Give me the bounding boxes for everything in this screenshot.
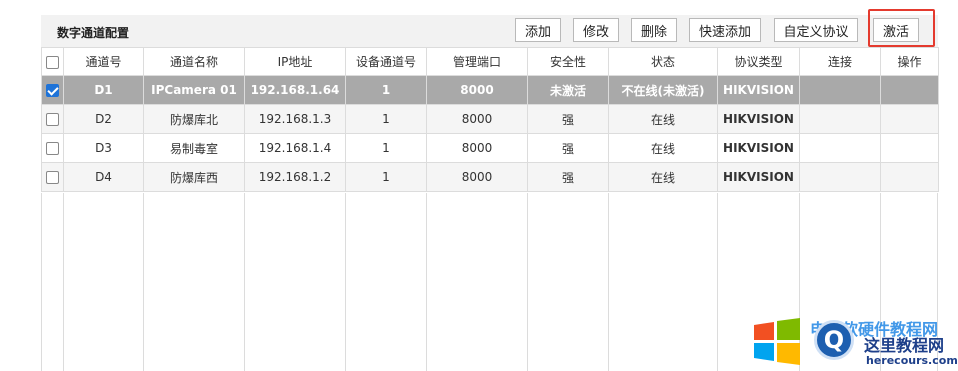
cell-channel: D4 <box>63 162 144 192</box>
row-checkbox[interactable] <box>46 142 59 155</box>
column-divider <box>717 193 718 371</box>
cell-security: 强 <box>527 104 609 134</box>
cell-security: 强 <box>527 133 609 163</box>
col-header-security: 安全性 <box>527 47 609 76</box>
cell-connection <box>799 162 881 192</box>
row-checkbox-cell[interactable] <box>41 133 64 163</box>
cell-port: 8000 <box>426 104 528 134</box>
cell-security: 强 <box>527 162 609 192</box>
select-all-cell[interactable] <box>41 47 64 76</box>
col-header-port: 管理端口 <box>426 47 528 76</box>
cell-name: IPCamera 01 <box>143 75 245 105</box>
cell-name: 易制毒室 <box>143 133 245 163</box>
cell-connection <box>799 133 881 163</box>
col-header-status: 状态 <box>608 47 718 76</box>
col-header-operation: 操作 <box>880 47 939 76</box>
edit-button[interactable]: 修改 <box>573 18 619 42</box>
cell-dev-channel: 1 <box>345 162 427 192</box>
col-header-channel: 通道号 <box>63 47 144 76</box>
watermark-site-name: 这里教程网 <box>864 336 945 355</box>
cell-connection <box>799 104 881 134</box>
quick-add-button[interactable]: 快速添加 <box>689 18 761 42</box>
cell-protocol: HIKVISION <box>717 133 800 163</box>
cell-security: 未激活 <box>527 75 609 105</box>
col-header-dev-channel: 设备通道号 <box>345 47 427 76</box>
windows-logo-icon <box>754 318 800 365</box>
cell-dev-channel: 1 <box>345 133 427 163</box>
column-divider <box>244 193 245 371</box>
custom-protocol-button[interactable]: 自定义协议 <box>774 18 858 42</box>
column-divider <box>345 193 346 371</box>
cell-operation <box>880 162 939 192</box>
cell-operation <box>880 104 939 134</box>
delete-button[interactable]: 删除 <box>631 18 677 42</box>
row-checkbox[interactable] <box>46 113 59 126</box>
table-header-row: 通道号 通道名称 IP地址 设备通道号 管理端口 安全性 状态 协议类型 连接 … <box>41 47 939 76</box>
watermark-site-url: herecours.com <box>866 354 958 367</box>
row-checkbox[interactable] <box>46 84 59 97</box>
col-header-name: 通道名称 <box>143 47 245 76</box>
col-header-connection: 连接 <box>799 47 881 76</box>
cell-connection <box>799 75 881 105</box>
cell-port: 8000 <box>426 75 528 105</box>
cell-ip: 192.168.1.4 <box>244 133 346 163</box>
activate-highlight-box <box>868 9 935 47</box>
cell-status: 在线 <box>608 133 718 163</box>
cell-name: 防爆库北 <box>143 104 245 134</box>
select-all-checkbox[interactable] <box>46 55 59 69</box>
table-row[interactable]: D3 易制毒室 192.168.1.4 1 8000 强 在线 HIKVISIO… <box>41 133 939 163</box>
column-divider <box>527 193 528 371</box>
cell-operation <box>880 133 939 163</box>
cell-protocol: HIKVISION <box>717 75 800 105</box>
cell-name: 防爆库西 <box>143 162 245 192</box>
cell-operation <box>880 75 939 105</box>
table-row[interactable]: D2 防爆库北 192.168.1.3 1 8000 强 在线 HIKVISIO… <box>41 104 939 134</box>
panel-title: 数字通道配置 <box>57 26 130 40</box>
row-checkbox-cell[interactable] <box>41 75 64 105</box>
row-checkbox-cell[interactable] <box>41 104 64 134</box>
cell-status: 在线 <box>608 104 718 134</box>
column-divider <box>608 193 609 371</box>
table-row[interactable]: D1 IPCamera 01 192.168.1.64 1 8000 未激活 不… <box>41 75 939 105</box>
cell-protocol: HIKVISION <box>717 162 800 192</box>
cell-dev-channel: 1 <box>345 75 427 105</box>
cell-protocol: HIKVISION <box>717 104 800 134</box>
cell-port: 8000 <box>426 162 528 192</box>
cell-ip: 192.168.1.2 <box>244 162 346 192</box>
cell-status: 在线 <box>608 162 718 192</box>
cell-dev-channel: 1 <box>345 104 427 134</box>
row-checkbox-cell[interactable] <box>41 162 64 192</box>
column-divider <box>143 193 144 371</box>
cell-ip: 192.168.1.64 <box>244 75 346 105</box>
column-divider <box>63 193 64 371</box>
channel-table: 通道号 通道名称 IP地址 设备通道号 管理端口 安全性 状态 协议类型 连接 … <box>41 47 939 192</box>
table-row[interactable]: D4 防爆库西 192.168.1.2 1 8000 强 在线 HIKVISIO… <box>41 162 939 192</box>
cell-channel: D1 <box>63 75 144 105</box>
watermark-q-logo: Q <box>814 320 854 360</box>
row-checkbox[interactable] <box>46 171 59 184</box>
col-header-ip: IP地址 <box>244 47 346 76</box>
channel-config-toolbar: 数字通道配置 添加 修改 删除 快速添加 自定义协议 激活 <box>41 15 938 47</box>
cell-status: 不在线(未激活) <box>608 75 718 105</box>
cell-ip: 192.168.1.3 <box>244 104 346 134</box>
col-header-protocol: 协议类型 <box>717 47 800 76</box>
cell-port: 8000 <box>426 133 528 163</box>
column-divider <box>426 193 427 371</box>
add-button[interactable]: 添加 <box>515 18 561 42</box>
watermark: 电脑软硬件教程网 Q 这里教程网 herecours.com <box>752 312 958 371</box>
column-divider <box>41 193 42 371</box>
cell-channel: D3 <box>63 133 144 163</box>
cell-channel: D2 <box>63 104 144 134</box>
